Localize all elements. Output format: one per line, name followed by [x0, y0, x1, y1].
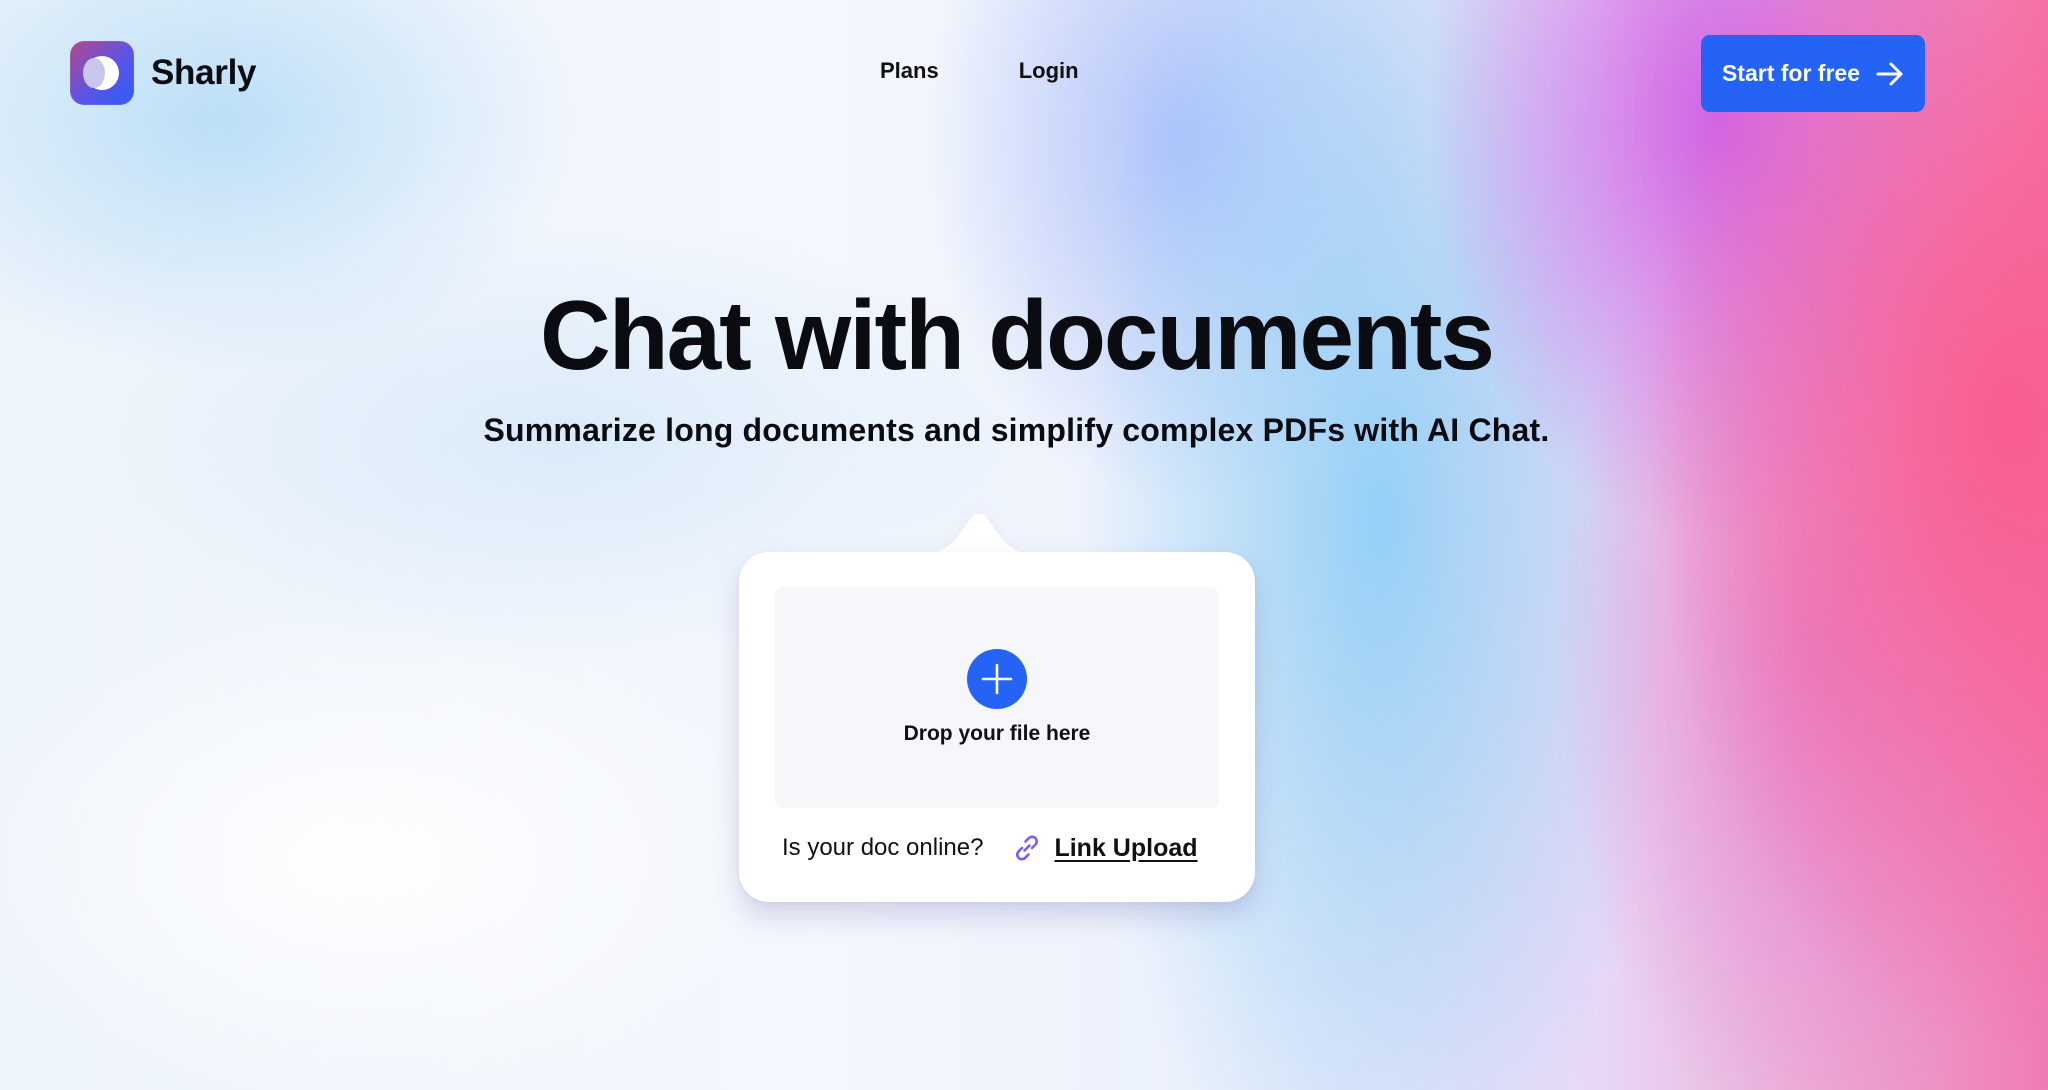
add-file-button[interactable] — [967, 649, 1027, 709]
nav-login-link[interactable]: Login — [1019, 58, 1079, 84]
hero-title: Chat with documents — [540, 280, 1495, 390]
arrow-right-icon — [1876, 62, 1903, 85]
upload-card: Drop your file here Is your doc online? … — [739, 552, 1255, 902]
hero-subtitle: Summarize long documents and simplify co… — [483, 412, 1550, 448]
brand-name: Sharly — [151, 53, 257, 92]
landing-page: Sharly Plans Login Start for free Chat w… — [0, 0, 2048, 1090]
start-for-free-label: Start for free — [1721, 60, 1861, 86]
upload-card-wrapper: Drop your file here Is your doc online? … — [739, 490, 1255, 902]
drop-file-label: Drop your file here — [903, 722, 1091, 745]
brand-logo-link[interactable]: Sharly — [70, 41, 257, 105]
link-upload-link[interactable]: Link Upload — [1054, 834, 1197, 863]
link-upload-row: Is your doc online? Link Upload — [782, 830, 1222, 866]
card-notch — [917, 513, 1041, 554]
doc-online-question: Is your doc online? — [782, 834, 984, 861]
link-icon — [1016, 835, 1039, 861]
start-for-free-button[interactable]: Start for free — [1701, 35, 1925, 112]
main-nav: Plans Login — [880, 58, 1079, 84]
nav-plans-link[interactable]: Plans — [880, 58, 939, 84]
file-dropzone[interactable]: Drop your file here — [775, 587, 1219, 808]
plus-icon — [981, 663, 1013, 695]
sharly-logo-icon — [70, 41, 134, 105]
